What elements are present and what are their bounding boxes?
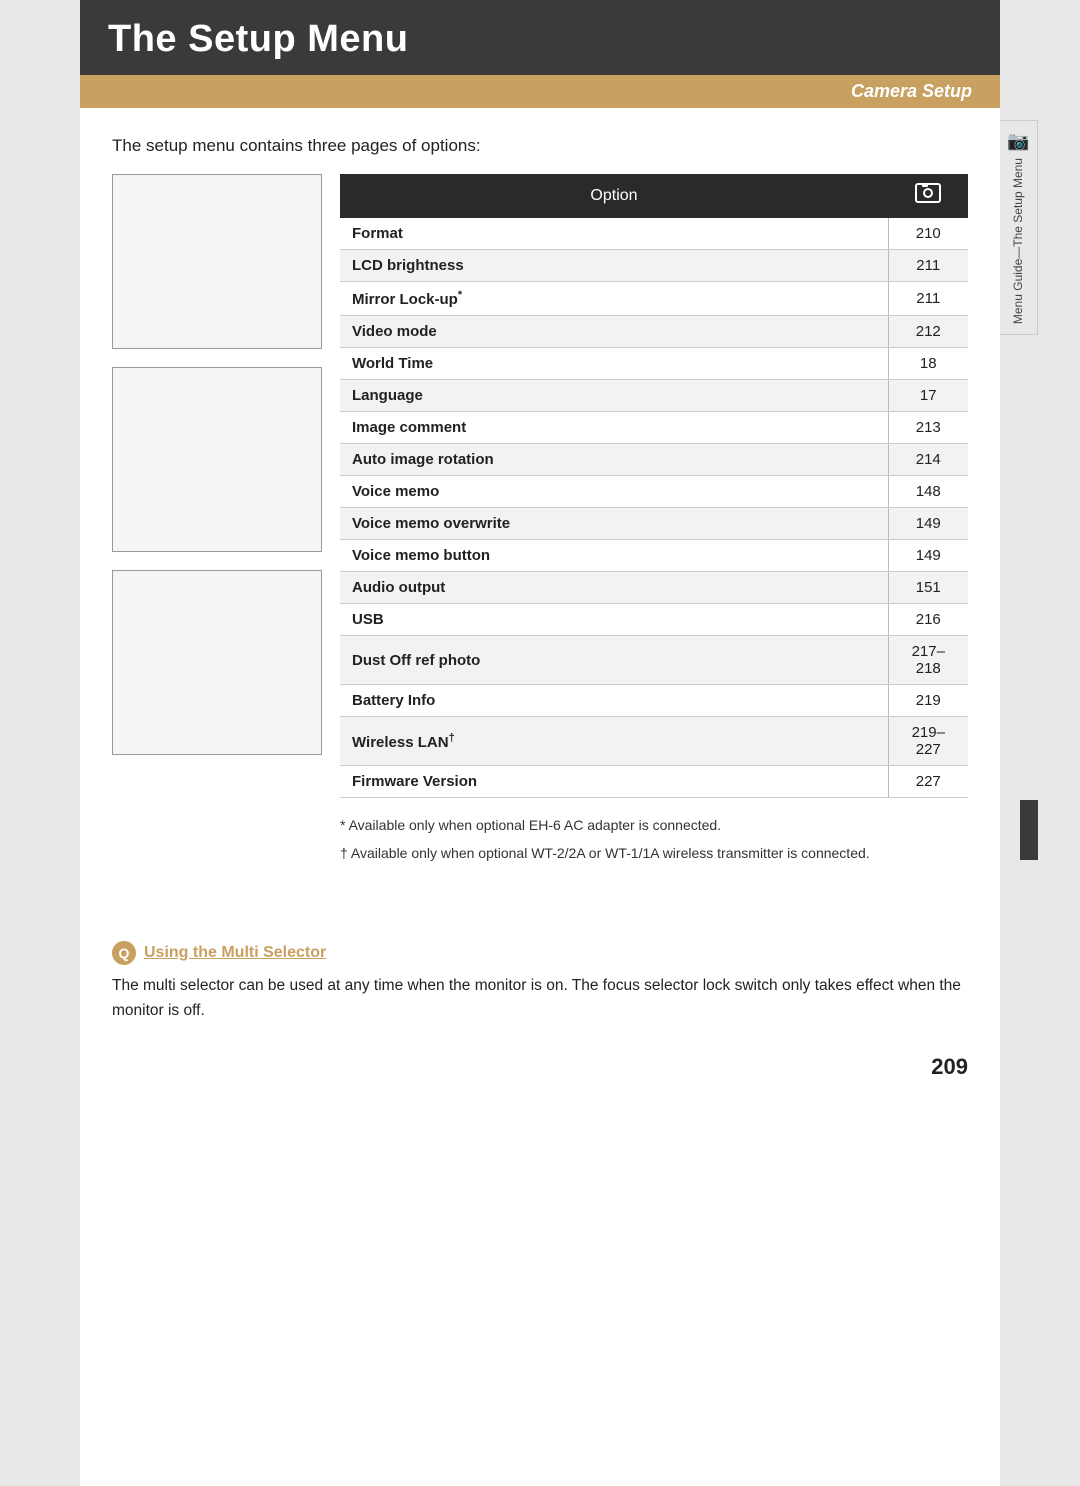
sidebar-label: Menu Guide—The Setup Menu [1011, 158, 1027, 324]
table-row: Image comment213 [340, 412, 968, 444]
option-cell: Format [340, 218, 888, 250]
option-cell: Voice memo [340, 476, 888, 508]
image-placeholder-3 [112, 570, 322, 755]
page-num-cell: 217–218 [888, 636, 968, 685]
image-placeholder-2 [112, 367, 322, 552]
page-num-cell: 151 [888, 572, 968, 604]
table-row: Firmware Version227 [340, 766, 968, 798]
table-row: Dust Off ref photo217–218 [340, 636, 968, 685]
option-cell: Image comment [340, 412, 888, 444]
page-num-cell: 212 [888, 316, 968, 348]
dark-tab-marker [1020, 800, 1038, 860]
page-num-cell: 227 [888, 766, 968, 798]
multi-selector-icon: Q [112, 941, 136, 965]
option-cell: Battery Info [340, 685, 888, 717]
option-cell: Voice memo overwrite [340, 508, 888, 540]
option-cell: USB [340, 604, 888, 636]
table-row: Format210 [340, 218, 968, 250]
subheader: Camera Setup [80, 75, 1000, 108]
page-num-cell: 211 [888, 250, 968, 282]
page: The Setup Menu Camera Setup 📷 Menu Guide… [80, 0, 1000, 1486]
page-num-cell: 219 [888, 685, 968, 717]
option-cell: Wireless LAN† [340, 717, 888, 766]
intro-text: The setup menu contains three pages of o… [112, 136, 968, 156]
option-cell: LCD brightness [340, 250, 888, 282]
page-header: The Setup Menu [80, 0, 1000, 75]
table-row: Voice memo button149 [340, 540, 968, 572]
table-row: Auto image rotation214 [340, 444, 968, 476]
table-row: Wireless LAN†219–227 [340, 717, 968, 766]
multi-selector-title: Using the Multi Selector [144, 944, 326, 962]
using-multi-selector-heading: Q Using the Multi Selector [112, 941, 968, 965]
table-row: Language17 [340, 380, 968, 412]
options-table: Option Format210LCD brightness211M [340, 174, 968, 798]
option-cell: Audio output [340, 572, 888, 604]
option-cell: Mirror Lock-up* [340, 282, 888, 316]
image-column [112, 174, 322, 755]
page-num-cell: 219–227 [888, 717, 968, 766]
page-num-cell: 149 [888, 508, 968, 540]
col-page-header [888, 174, 968, 218]
footnote-star: * Available only when optional EH-6 AC a… [340, 814, 968, 836]
table-row: Voice memo148 [340, 476, 968, 508]
footnotes: * Available only when optional EH-6 AC a… [340, 814, 968, 865]
option-cell: Video mode [340, 316, 888, 348]
options-table-container: Option Format210LCD brightness211M [340, 174, 968, 871]
page-num-cell: 17 [888, 380, 968, 412]
page-num-cell: 216 [888, 604, 968, 636]
camera-icon: 📷 [1007, 131, 1029, 152]
main-layout: Option Format210LCD brightness211M [112, 174, 968, 871]
table-row: Voice memo overwrite149 [340, 508, 968, 540]
page-num-cell: 210 [888, 218, 968, 250]
option-cell: World Time [340, 348, 888, 380]
option-cell: Voice memo button [340, 540, 888, 572]
option-cell: Dust Off ref photo [340, 636, 888, 685]
main-content: The setup menu contains three pages of o… [80, 108, 1000, 891]
table-row: Audio output151 [340, 572, 968, 604]
table-row: Mirror Lock-up*211 [340, 282, 968, 316]
page-num-cell: 149 [888, 540, 968, 572]
page-title: The Setup Menu [108, 18, 408, 60]
page-num-cell: 211 [888, 282, 968, 316]
bottom-section: Q Using the Multi Selector The multi sel… [80, 941, 1000, 1044]
image-placeholder-1 [112, 174, 322, 349]
table-row: USB216 [340, 604, 968, 636]
option-cell: Language [340, 380, 888, 412]
page-num-cell: 214 [888, 444, 968, 476]
table-row: World Time18 [340, 348, 968, 380]
page-num-cell: 213 [888, 412, 968, 444]
page-num-cell: 18 [888, 348, 968, 380]
footnote-dagger: † Available only when optional WT-2/2A o… [340, 842, 968, 864]
table-row: Battery Info219 [340, 685, 968, 717]
sidebar-tab: 📷 Menu Guide—The Setup Menu [1000, 120, 1038, 335]
col-option-header: Option [340, 174, 888, 218]
option-cell: Firmware Version [340, 766, 888, 798]
page-number: 209 [80, 1044, 1000, 1096]
page-num-cell: 148 [888, 476, 968, 508]
table-row: LCD brightness211 [340, 250, 968, 282]
table-row: Video mode212 [340, 316, 968, 348]
option-cell: Auto image rotation [340, 444, 888, 476]
multi-selector-description: The multi selector can be used at any ti… [112, 973, 968, 1024]
